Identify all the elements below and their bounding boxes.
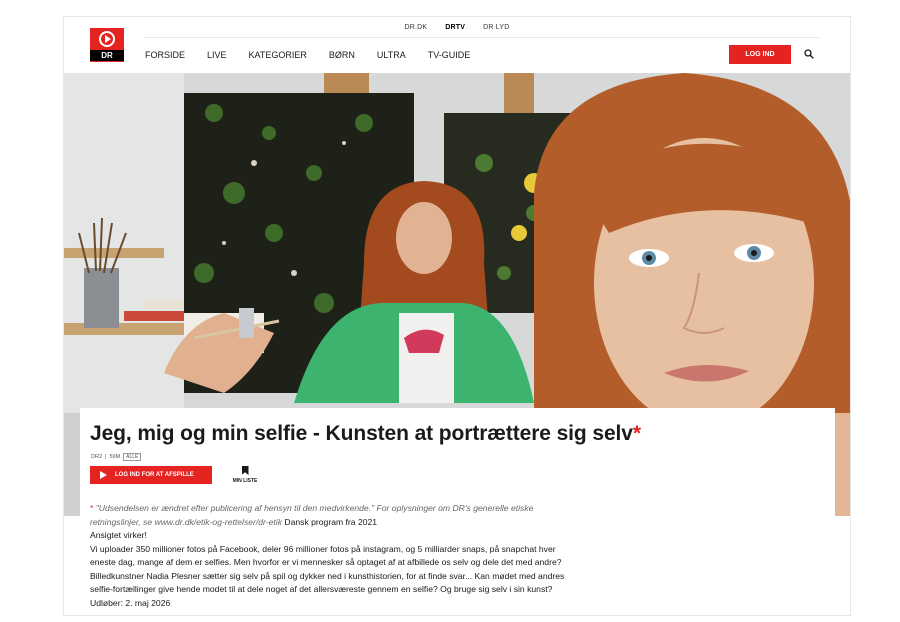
my-list-button[interactable]: MIN LISTE	[230, 466, 260, 484]
play-button-label: LOG IND FOR AT AFSPILLE	[115, 472, 194, 478]
duration: 59M	[109, 454, 121, 460]
program-description: * "Udsendelsen er ændret efter publiceri…	[90, 502, 570, 610]
nav-item-live[interactable]: LIVE	[207, 50, 227, 60]
login-button[interactable]: LOG IND	[729, 45, 791, 64]
top-links: DR.DK DRTV DR LYD	[64, 17, 850, 37]
nav-item-kategorier[interactable]: KATEGORIER	[249, 50, 307, 60]
top-link-drlyd[interactable]: DR LYD	[483, 24, 509, 31]
top-link-drtv[interactable]: DRTV	[445, 24, 465, 31]
login-to-play-button[interactable]: LOG IND FOR AT AFSPILLE	[90, 466, 212, 484]
bookmark-icon	[241, 466, 249, 475]
program-tagline: Ansigtet virker!	[90, 530, 147, 540]
program-title-text: Jeg, mig og min selfie - Kunsten at port…	[90, 422, 633, 445]
search-icon[interactable]	[804, 49, 814, 59]
nav-item-ultra[interactable]: ULTRA	[377, 50, 406, 60]
description-paragraph-2: Billedkunstner Nadia Plesner sætter sig …	[90, 570, 565, 608]
program-title: Jeg, mig og min selfie - Kunsten at port…	[90, 422, 641, 446]
nav-item-born[interactable]: BØRN	[329, 50, 355, 60]
divider	[144, 37, 820, 38]
my-list-label: MIN LISTE	[232, 478, 258, 484]
play-logo-icon	[99, 31, 115, 47]
nav-item-forside[interactable]: FORSIDE	[145, 50, 185, 60]
description-paragraph-1: Vi uploader 350 millioner fotos på Faceb…	[90, 543, 562, 568]
note-star: *	[90, 503, 94, 513]
program-origin: Dansk program fra 2021	[284, 516, 378, 527]
nav-item-tv-guide[interactable]: TV-GUIDE	[428, 50, 471, 60]
top-link-drdk[interactable]: DR.DK	[405, 24, 428, 31]
age-badge: ALLE	[123, 453, 142, 461]
play-icon	[100, 471, 107, 479]
logo-text: DR	[90, 50, 124, 61]
main-nav: FORSIDE LIVE KATEGORIER BØRN ULTRA TV-GU…	[145, 50, 470, 60]
program-meta: DR2 | 59M ALLE	[91, 453, 142, 461]
page-frame: DR.DK DRTV DR LYD DR FORSIDE LIVE KATEGO…	[63, 16, 851, 616]
channel: DR2	[91, 454, 103, 460]
dr-logo[interactable]: DR	[90, 28, 124, 62]
meta-divider: |	[105, 454, 107, 460]
title-star: *	[632, 422, 641, 445]
